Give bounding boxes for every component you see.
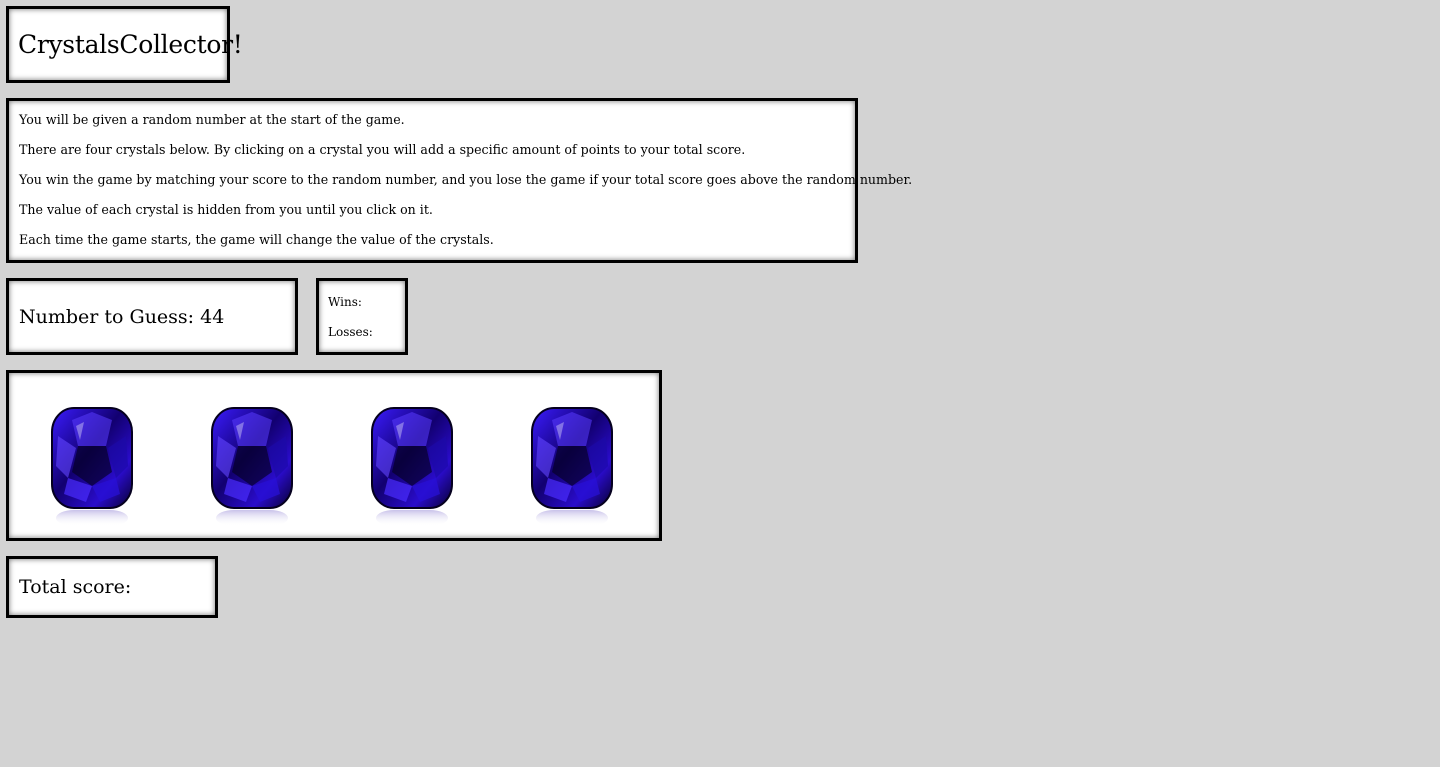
total-score-panel: Total score:: [6, 556, 218, 618]
crystal-icon: [526, 406, 618, 528]
crystal-icon: [206, 406, 298, 528]
crystal-4-button[interactable]: [526, 406, 618, 528]
wins-label: Wins:: [328, 295, 362, 309]
crystal-icon: [46, 406, 138, 528]
losses-label: Losses:: [328, 325, 373, 339]
total-score: Total score:: [19, 576, 132, 598]
instruction-line: There are four crystals below. By clicki…: [19, 142, 746, 157]
instruction-line: The value of each crystal is hidden from…: [19, 202, 433, 217]
instructions-panel: You will be given a random number at the…: [6, 98, 913, 263]
page-title: CrystalsCollector!: [18, 30, 243, 59]
crystal-3-button[interactable]: [366, 406, 458, 528]
instruction-line: You win the game by matching your score …: [19, 172, 913, 187]
number-to-guess: Number to Guess: 44: [19, 305, 225, 328]
title-panel: CrystalsCollector!: [6, 6, 243, 83]
crystal-icon: [366, 406, 458, 528]
number-to-guess-panel: Number to Guess: 44: [6, 278, 298, 355]
crystal-2-button[interactable]: [206, 406, 298, 528]
instruction-line: You will be given a random number at the…: [19, 112, 405, 127]
instruction-line: Each time the game starts, the game will…: [19, 232, 494, 247]
crystal-1-button[interactable]: [46, 406, 138, 528]
stats-panel: Wins: Losses:: [316, 278, 408, 355]
crystals-panel: [6, 370, 662, 541]
